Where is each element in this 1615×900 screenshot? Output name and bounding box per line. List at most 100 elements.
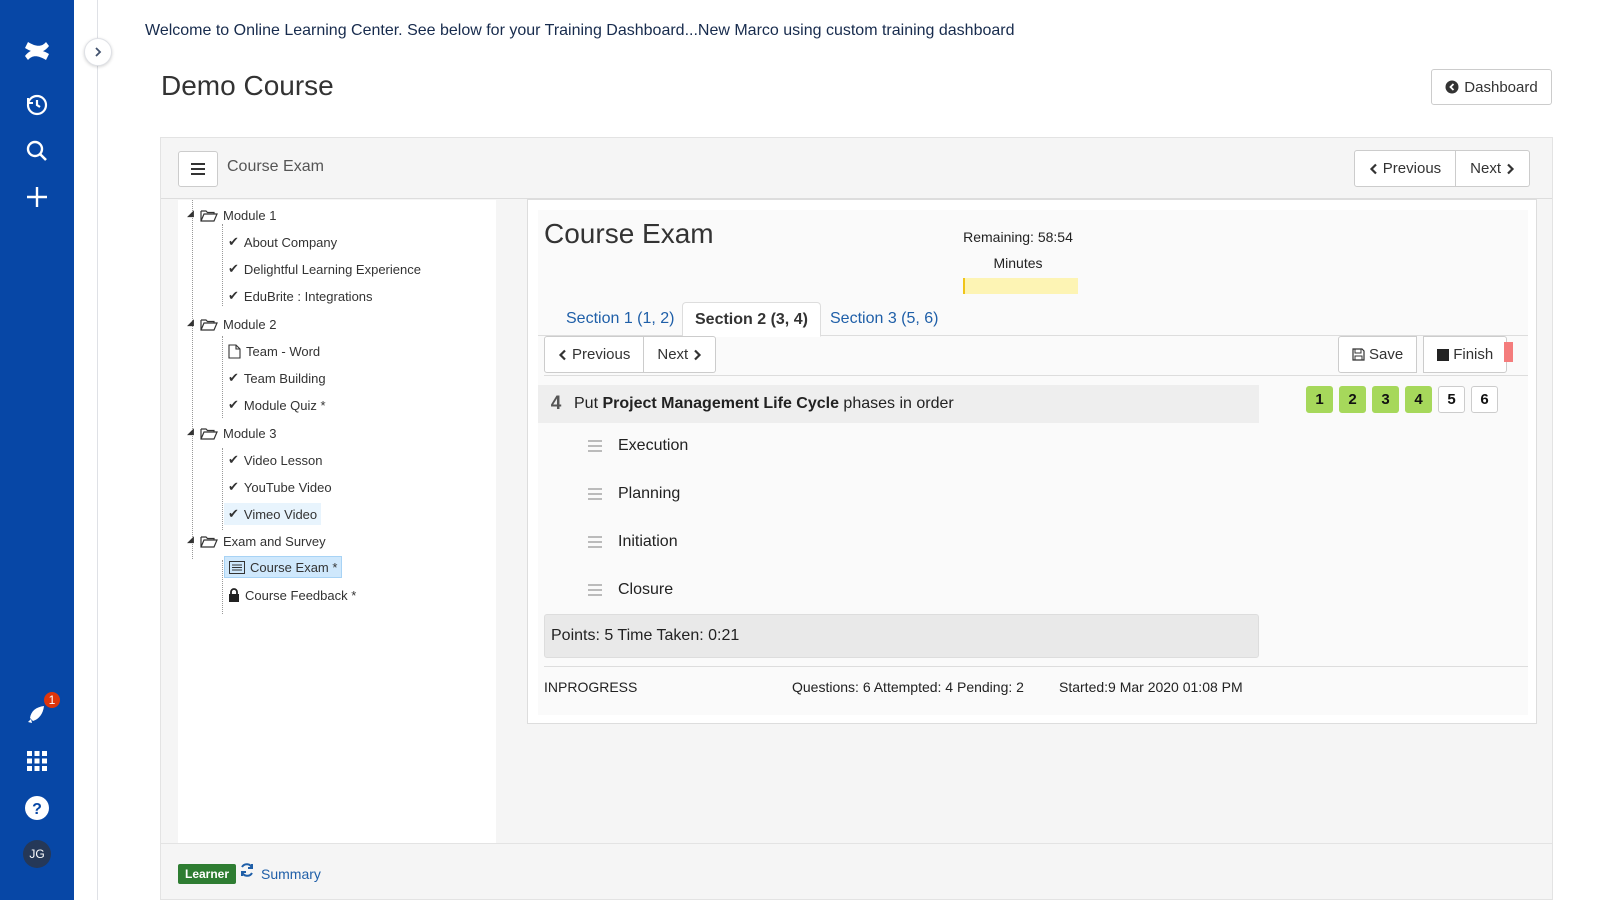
check-icon: ✔ [228,506,239,521]
app-switcher-icon[interactable] [22,746,52,776]
recent-history-icon[interactable] [22,90,52,120]
check-icon: ✔ [228,452,239,467]
toc-menu-button[interactable] [178,151,218,187]
question-nav-6[interactable]: 6 [1471,386,1498,413]
hamburger-icon [191,163,205,175]
save-label: Save [1369,346,1404,363]
tree-item-edubrite-integrations[interactable]: ✔ EduBrite : Integrations [224,285,377,307]
lesson-previous-label: Previous [1382,160,1442,177]
question-next-button[interactable]: Next [644,336,717,373]
save-finish-group: Save Finish [1338,336,1508,373]
exam-body: Course Exam Remaining: 58:54 Minutes Sec… [538,210,1528,715]
exam-status-row: INPROGRESS Questions: 6 Attempted: 4 Pen… [544,666,1528,706]
order-option-2[interactable]: Planning [588,472,680,516]
help-icon[interactable]: ? [22,793,52,823]
welcome-message: Welcome to Online Learning Center. See b… [145,22,1015,39]
floppy-disk-icon [1352,348,1365,361]
tree-item-course-feedback[interactable]: Course Feedback * [224,584,360,606]
tree-item-label: Team - Word [246,343,321,359]
order-option-4[interactable]: Closure [588,568,673,612]
check-icon: ✔ [228,397,239,412]
order-option-1[interactable]: Execution [588,424,688,468]
question-nav-3[interactable]: 3 [1372,386,1399,413]
lock-icon [229,588,239,602]
order-option-label: Closure [618,581,674,598]
tree-item-youtube-video[interactable]: ✔ YouTube Video [224,476,336,498]
question-previous-button[interactable]: Previous [544,336,645,373]
exam-status: INPROGRESS [544,679,638,695]
tree-module-label: Module 3 [223,425,277,441]
tree-module-3[interactable]: Module 3 [196,422,280,444]
dashboard-button[interactable]: Dashboard [1431,69,1552,105]
tree-item-label: Module Quiz * [243,397,326,413]
sidebar-strip [74,0,98,900]
user-avatar[interactable]: JG [23,840,51,868]
question-toolbar: Previous Next Save Finish [544,336,1528,376]
save-button[interactable]: Save [1338,336,1418,373]
search-icon[interactable] [22,136,52,166]
folder-open-icon [200,318,218,331]
question-nav-2[interactable]: 2 [1339,386,1366,413]
drag-handle-icon[interactable] [588,536,602,548]
dashboard-label: Dashboard [1464,78,1538,96]
drag-handle-icon[interactable] [588,584,602,596]
tab-section-2[interactable]: Section 2 (3, 4) [682,302,821,337]
notification-badge: 1 [42,690,62,710]
summary-link[interactable]: Summary [261,866,321,882]
order-option-label: Execution [618,437,689,454]
tree-item-course-exam[interactable]: Course Exam * [224,556,343,578]
question-next-label: Next [657,346,689,363]
lesson-next-label: Next [1470,160,1501,177]
finish-button[interactable]: Finish [1423,336,1508,373]
check-icon: ✔ [228,261,239,276]
drag-handle-icon[interactable] [588,488,602,500]
tree-item-team-word[interactable]: Team - Word [224,340,324,362]
tree-item-label: Team Building [243,370,326,386]
question-nav-5[interactable]: 5 [1438,386,1465,413]
tree-item-team-building[interactable]: ✔ Team Building [224,367,330,389]
learner-badge: Learner [178,864,237,884]
collapse-caret-icon[interactable]: ◢ [187,426,194,437]
chevron-right-icon [95,47,102,57]
tree-item-video-lesson[interactable]: ✔ Video Lesson [224,449,326,471]
tree-item-label: Vimeo Video [243,506,318,522]
lesson-previous-button[interactable]: Previous [1353,150,1457,187]
check-icon: ✔ [228,288,239,303]
exam-title: Course Exam [544,218,714,249]
tree-item-label: About Company [243,234,338,250]
tree-item-about-company[interactable]: ✔ About Company [224,231,341,253]
confluence-logo-icon[interactable] [22,36,52,66]
collapse-caret-icon[interactable]: ◢ [187,534,194,545]
exam-card: Course Exam Remaining: 58:54 Minutes Sec… [527,199,1537,724]
tree-item-module-quiz[interactable]: ✔ Module Quiz * [224,394,330,416]
time-progress-fill [963,278,966,294]
chevron-left-icon [558,349,566,360]
tab-section-1[interactable]: Section 1 (1, 2) [554,302,687,336]
tree-module-label: Module 2 [223,316,277,332]
question-nav-4[interactable]: 4 [1405,386,1432,413]
tree-module-1[interactable]: Module 1 [196,204,280,226]
tree-item-label: Course Feedback * [245,587,357,603]
tab-section-3[interactable]: Section 3 (5, 6) [818,302,951,336]
question-nav-1[interactable]: 1 [1306,386,1333,413]
refresh-icon[interactable] [239,862,255,883]
stop-square-icon [1437,348,1450,361]
order-option-3[interactable]: Initiation [588,520,678,564]
expand-sidebar-button[interactable] [84,38,112,66]
lesson-next-button[interactable]: Next [1456,150,1530,187]
panel-title: Course Exam [227,158,324,175]
flag-indicator [1504,342,1513,362]
collapse-caret-icon[interactable]: ◢ [187,317,194,328]
tree-module-2[interactable]: Module 2 [196,313,280,335]
tree-module-exam-survey[interactable]: Exam and Survey [196,530,330,552]
exam-list-icon [229,560,245,574]
tree-item-delightful-learning[interactable]: ✔ Delightful Learning Experience [224,258,425,280]
tree-item-label: YouTube Video [243,479,332,495]
create-plus-icon[interactable] [22,182,52,212]
tree-item-vimeo-video[interactable]: ✔ Vimeo Video [224,503,322,525]
collapse-caret-icon[interactable]: ◢ [187,208,194,219]
question-text: Put Project Management Life Cycle phases… [574,395,954,413]
page-title: Demo Course [161,70,334,101]
drag-handle-icon[interactable] [588,440,602,452]
chevron-right-icon [1507,163,1515,174]
